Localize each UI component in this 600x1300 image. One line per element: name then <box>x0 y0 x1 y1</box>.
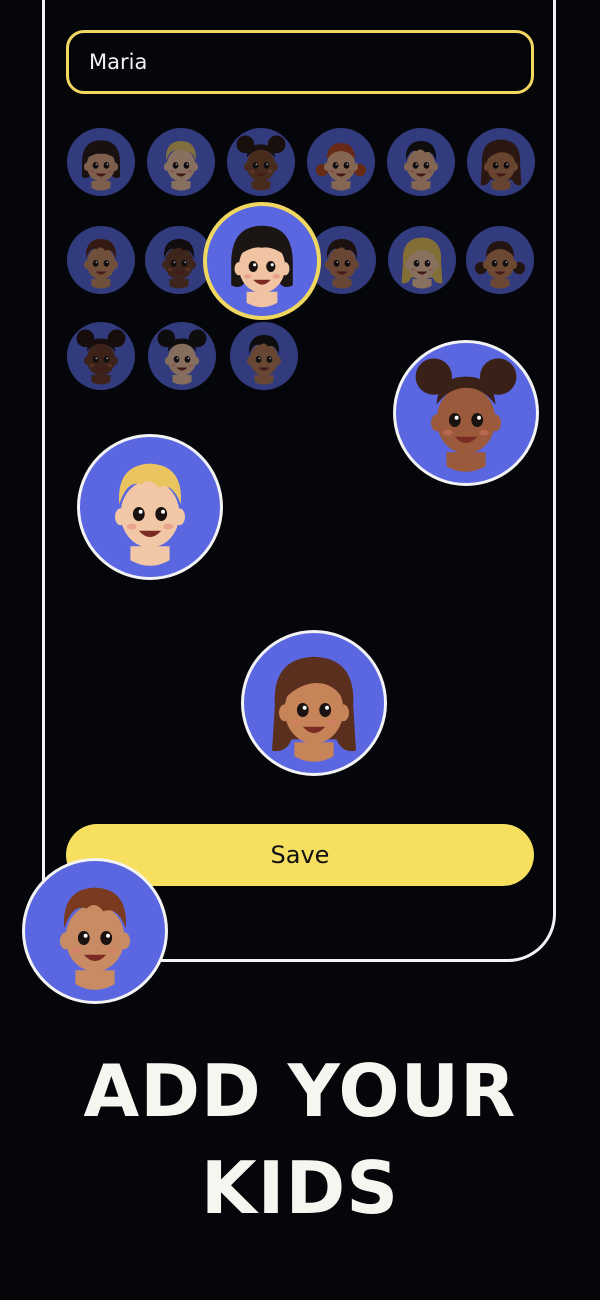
avatar-option[interactable] <box>387 128 455 196</box>
floating-avatar <box>241 630 387 776</box>
avatar-option[interactable] <box>467 128 535 196</box>
avatar-option[interactable] <box>67 128 135 196</box>
avatar-option[interactable] <box>227 128 295 196</box>
headline-line-2: KIDS <box>200 1146 400 1230</box>
floating-avatar <box>22 858 168 1004</box>
floating-avatar <box>393 340 539 486</box>
child-name-input[interactable] <box>66 30 534 94</box>
avatar-option[interactable] <box>147 128 215 196</box>
floating-avatar <box>77 434 223 580</box>
avatar-option[interactable] <box>307 128 375 196</box>
avatar-option[interactable] <box>466 226 534 294</box>
avatar-option[interactable] <box>67 322 135 390</box>
avatar-option-selected[interactable] <box>203 202 321 320</box>
avatar-option[interactable] <box>148 322 216 390</box>
avatar-option[interactable] <box>230 322 298 390</box>
avatar-option[interactable] <box>67 226 135 294</box>
avatar-option[interactable] <box>388 226 456 294</box>
headline-line-1: ADD YOUR <box>83 1049 517 1133</box>
